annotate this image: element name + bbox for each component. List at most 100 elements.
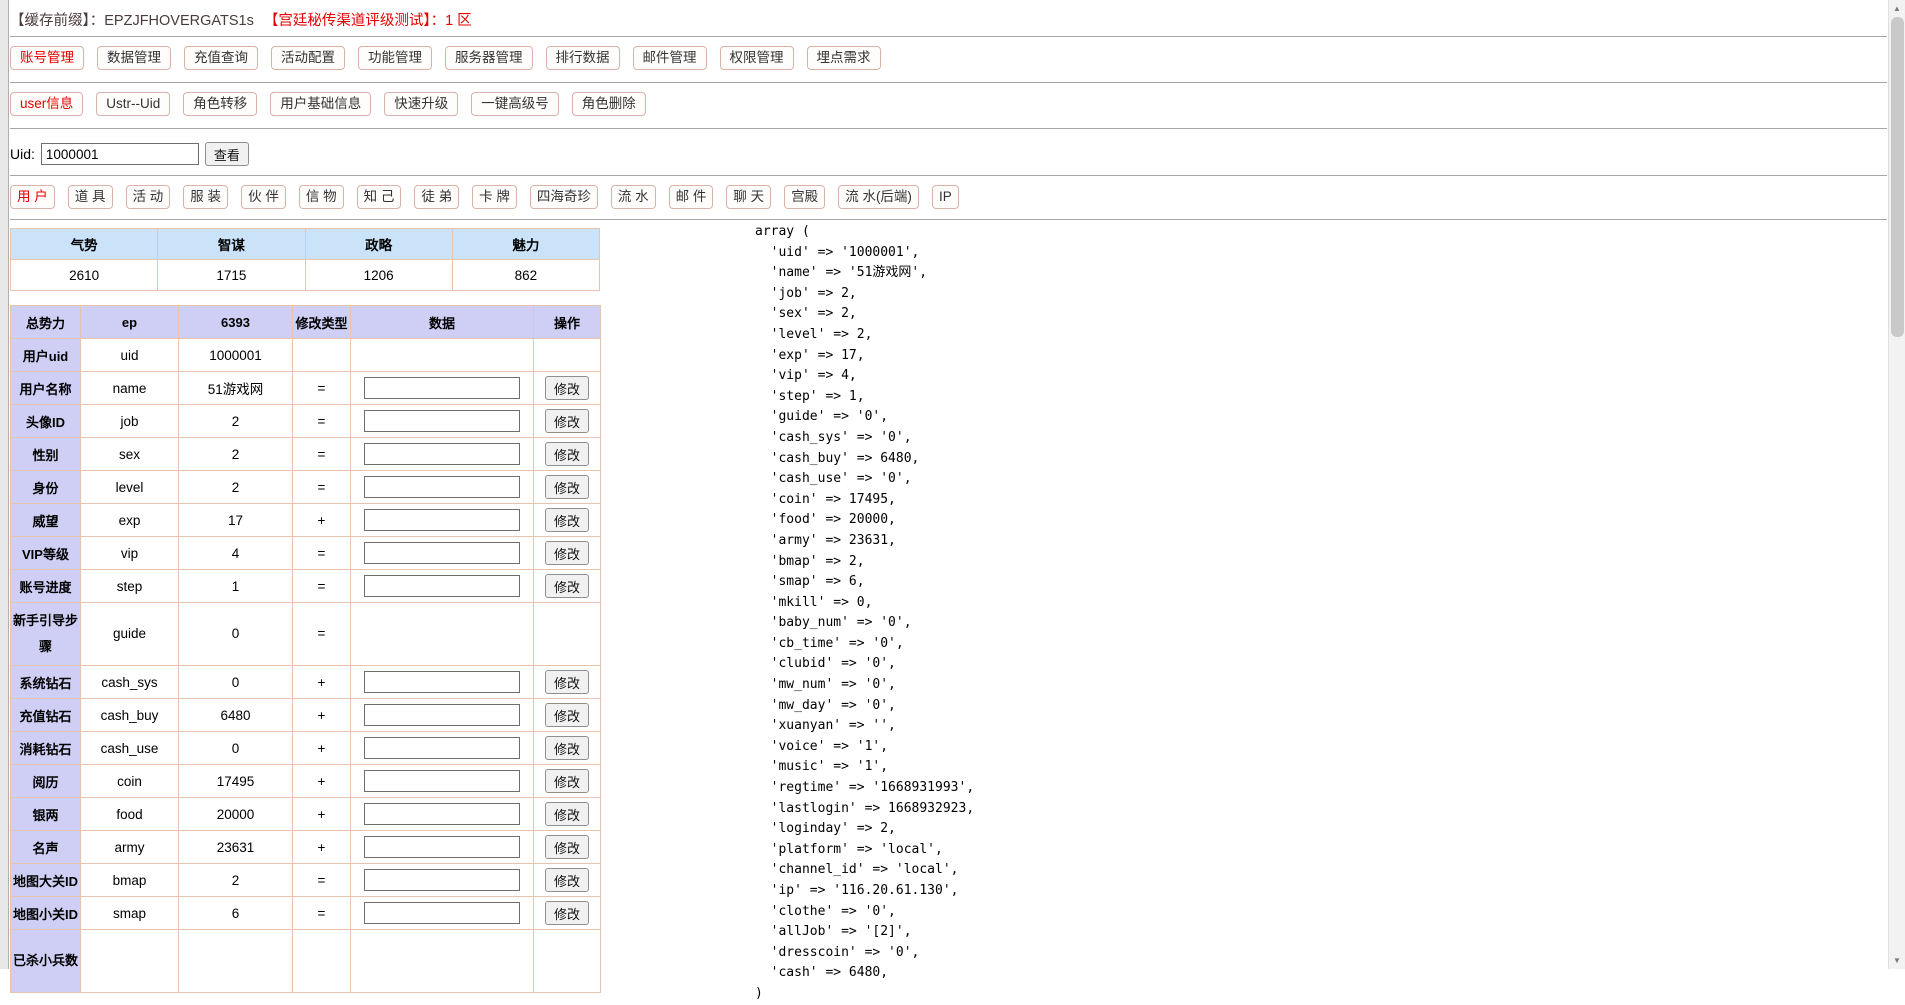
stats-value-0: 2610 xyxy=(11,260,158,291)
value-input-cash_use[interactable] xyxy=(364,737,520,759)
nav-primary-button-4[interactable]: 功能管理 xyxy=(358,46,432,70)
stats-value-3: 862 xyxy=(452,260,599,291)
row-label-coin: 阅历 xyxy=(11,765,81,798)
nav-primary-button-1[interactable]: 数据管理 xyxy=(97,46,171,70)
modify-button-job[interactable]: 修改 xyxy=(545,409,589,433)
value-input-level[interactable] xyxy=(364,476,520,498)
uid-input[interactable] xyxy=(41,143,199,165)
scroll-down-icon[interactable]: ▼ xyxy=(1889,952,1905,969)
scrollbar-thumb[interactable] xyxy=(1891,17,1904,337)
row-value-level: 2 xyxy=(179,471,293,504)
row-value-coin: 17495 xyxy=(179,765,293,798)
modify-button-vip[interactable]: 修改 xyxy=(545,541,589,565)
row-action-cell-step: 修改 xyxy=(534,570,601,603)
value-input-step[interactable] xyxy=(364,575,520,597)
nav-secondary-button-0[interactable]: user信息 xyxy=(10,92,83,116)
modify-button-level[interactable]: 修改 xyxy=(545,475,589,499)
nav-primary-button-3[interactable]: 活动配置 xyxy=(271,46,345,70)
nav-secondary-button-2[interactable]: 角色转移 xyxy=(183,92,257,116)
value-input-cash_sys[interactable] xyxy=(364,671,520,693)
row-action-cell-guide xyxy=(534,603,601,666)
modify-button-food[interactable]: 修改 xyxy=(545,802,589,826)
modify-button-coin[interactable]: 修改 xyxy=(545,769,589,793)
row-op-food: + xyxy=(293,798,351,831)
row-key-sex: sex xyxy=(81,438,179,471)
user-data-table: 总势力ep6393修改类型数据操作 用户uiduid1000001用户名称nam… xyxy=(10,305,601,993)
value-input-name[interactable] xyxy=(364,377,520,399)
row-op-exp: + xyxy=(293,504,351,537)
value-input-coin[interactable] xyxy=(364,770,520,792)
nav-secondary-button-3[interactable]: 用户基础信息 xyxy=(270,92,371,116)
modify-button-exp[interactable]: 修改 xyxy=(545,508,589,532)
value-input-army[interactable] xyxy=(364,836,520,858)
nav-primary-button-0[interactable]: 账号管理 xyxy=(10,46,84,70)
tab-10[interactable]: 流 水 xyxy=(611,185,656,209)
attributes-table: 气势智谋政略魅力 261017151206862 xyxy=(10,228,600,291)
row-label-cash_use: 消耗钻石 xyxy=(11,732,81,765)
tab-8[interactable]: 卡 牌 xyxy=(472,185,517,209)
value-input-sex[interactable] xyxy=(364,443,520,465)
tab-13[interactable]: 宫殿 xyxy=(784,185,825,209)
value-input-smap[interactable] xyxy=(364,902,520,924)
stats-value-2: 1206 xyxy=(305,260,452,291)
tab-4[interactable]: 伙 伴 xyxy=(241,185,286,209)
scroll-up-icon[interactable]: ▲ xyxy=(1889,0,1905,17)
table-row-food: 银两food20000+修改 xyxy=(11,798,601,831)
row-action-cell-level: 修改 xyxy=(534,471,601,504)
tab-12[interactable]: 聊 天 xyxy=(726,185,771,209)
nav-primary-button-2[interactable]: 充值查询 xyxy=(184,46,258,70)
tab-bar: 用 户道 具活 动服 装伙 伴信 物知 己徒 弟卡 牌四海奇珍流 水邮 件聊 天… xyxy=(10,185,1887,209)
nav-secondary-button-5[interactable]: 一键高级号 xyxy=(471,92,559,116)
tab-14[interactable]: 流 水(后端) xyxy=(838,185,919,209)
modify-button-cash_use[interactable]: 修改 xyxy=(545,736,589,760)
stats-header-0: 气势 xyxy=(11,229,158,260)
modify-button-smap[interactable]: 修改 xyxy=(545,901,589,925)
nav-primary-button-7[interactable]: 邮件管理 xyxy=(633,46,707,70)
modify-button-step[interactable]: 修改 xyxy=(545,574,589,598)
divider xyxy=(10,175,1887,176)
tab-9[interactable]: 四海奇珍 xyxy=(530,185,598,209)
row-key-name: name xyxy=(81,372,179,405)
tab-7[interactable]: 徒 弟 xyxy=(414,185,459,209)
tab-11[interactable]: 邮 件 xyxy=(669,185,714,209)
tab-5[interactable]: 信 物 xyxy=(299,185,344,209)
modify-button-cash_sys[interactable]: 修改 xyxy=(545,670,589,694)
vertical-scrollbar[interactable]: ▲ ▼ xyxy=(1888,0,1905,969)
table-row-sex: 性别sex2=修改 xyxy=(11,438,601,471)
tab-15[interactable]: IP xyxy=(932,185,959,209)
tab-1[interactable]: 道 具 xyxy=(68,185,113,209)
tab-0[interactable]: 用 户 xyxy=(10,185,55,209)
row-key-guide: guide xyxy=(81,603,179,666)
view-button[interactable]: 查看 xyxy=(205,142,249,166)
nav-primary-button-6[interactable]: 排行数据 xyxy=(546,46,620,70)
modify-button-sex[interactable]: 修改 xyxy=(545,442,589,466)
row-input-cell-exp xyxy=(351,504,534,537)
row-input-cell-sex xyxy=(351,438,534,471)
row-action-cell-cash_sys: 修改 xyxy=(534,666,601,699)
table-row-army: 名声army23631+修改 xyxy=(11,831,601,864)
value-input-bmap[interactable] xyxy=(364,869,520,891)
modify-button-cash_buy[interactable]: 修改 xyxy=(545,703,589,727)
admin-page: 【缓存前缀】：EPZJFHOVERGATS1s【宫廷秘传渠道评级测试】：1 区 … xyxy=(10,0,1887,993)
tab-6[interactable]: 知 己 xyxy=(357,185,402,209)
tab-2[interactable]: 活 动 xyxy=(126,185,171,209)
table-row-cash_buy: 充值钻石cash_buy6480+修改 xyxy=(11,699,601,732)
nav-primary-button-9[interactable]: 埋点需求 xyxy=(807,46,881,70)
nav-primary-button-8[interactable]: 权限管理 xyxy=(720,46,794,70)
modify-button-name[interactable]: 修改 xyxy=(545,376,589,400)
nav-primary-button-5[interactable]: 服务器管理 xyxy=(445,46,533,70)
modify-button-bmap[interactable]: 修改 xyxy=(545,868,589,892)
value-input-food[interactable] xyxy=(364,803,520,825)
value-input-vip[interactable] xyxy=(364,542,520,564)
tab-3[interactable]: 服 装 xyxy=(183,185,228,209)
modify-button-army[interactable]: 修改 xyxy=(545,835,589,859)
row-action-cell-food: 修改 xyxy=(534,798,601,831)
nav-secondary-button-6[interactable]: 角色删除 xyxy=(572,92,646,116)
value-input-cash_buy[interactable] xyxy=(364,704,520,726)
row-input-cell-level xyxy=(351,471,534,504)
divider xyxy=(10,36,1887,37)
nav-secondary-button-1[interactable]: Ustr--Uid xyxy=(96,92,170,116)
nav-secondary-button-4[interactable]: 快速升级 xyxy=(384,92,458,116)
value-input-job[interactable] xyxy=(364,410,520,432)
value-input-exp[interactable] xyxy=(364,509,520,531)
